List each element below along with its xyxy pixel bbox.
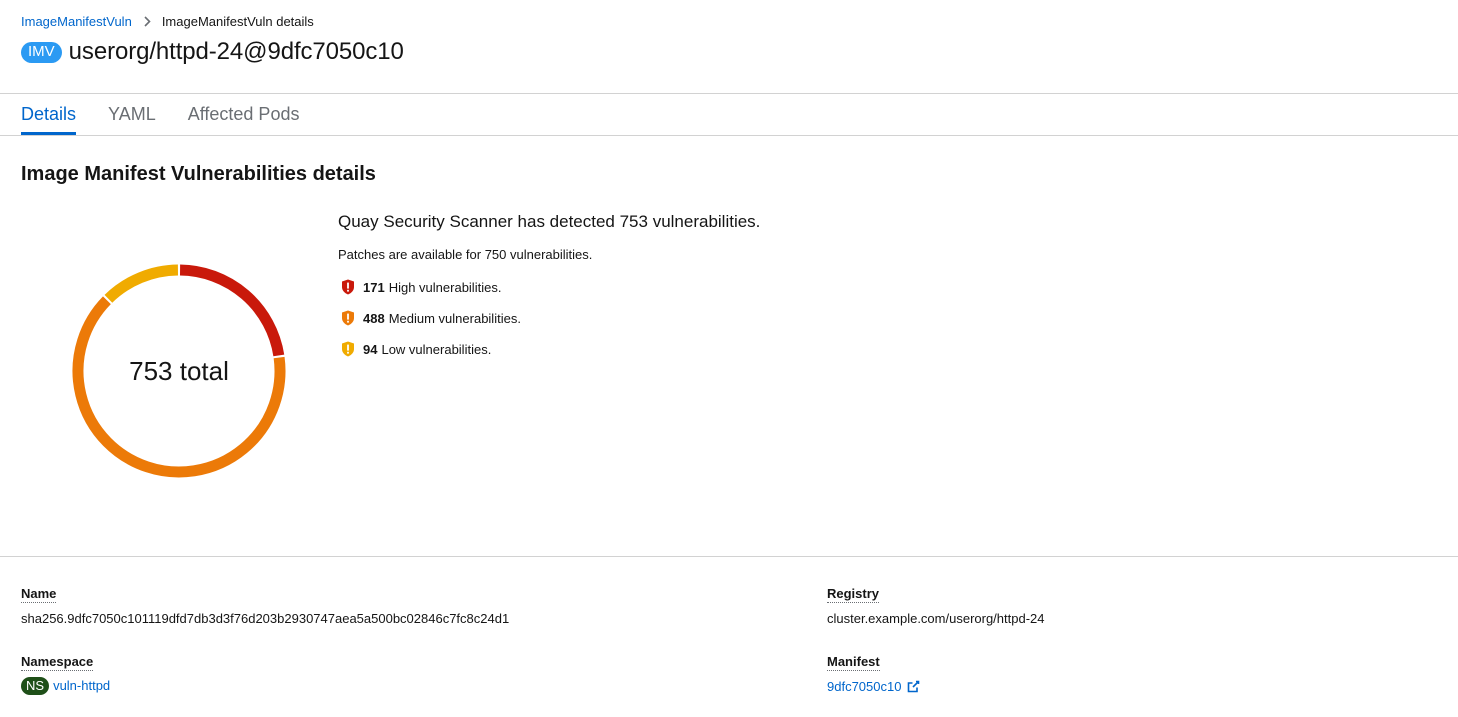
medium-count: 488 xyxy=(363,310,385,326)
high-shield-icon xyxy=(342,279,354,295)
external-link-icon[interactable] xyxy=(907,680,920,693)
medium-vulnerabilities-row: 488 Medium vulnerabilities. xyxy=(338,310,760,326)
medium-shield-icon xyxy=(342,310,354,326)
registry-value: cluster.example.com/userorg/httpd-24 xyxy=(827,611,1045,626)
vulnerability-summary: Quay Security Scanner has detected 753 v… xyxy=(338,212,760,372)
donut-segment-medium xyxy=(72,296,286,478)
name-value: sha256.9dfc7050c101119dfd7db3d3f76d203b2… xyxy=(21,611,510,626)
donut-segment-low xyxy=(104,264,179,303)
tab-bar: Details YAML Affected Pods xyxy=(21,94,331,135)
donut-segment-high xyxy=(179,264,285,357)
chevron-right-icon xyxy=(144,16,151,27)
manifest-label: Manifest xyxy=(827,654,880,671)
high-vulnerabilities-row: 171 High vulnerabilities. xyxy=(338,279,760,295)
page-header: IMV userorg/httpd-24@9dfc7050c10 xyxy=(21,38,404,66)
manifest-value-container: 9dfc7050c10 xyxy=(827,679,920,694)
namespace-badge: NS xyxy=(21,677,50,695)
vulnerability-donut-chart: 753 total xyxy=(72,264,286,478)
details-divider xyxy=(0,556,1458,557)
summary-title: Quay Security Scanner has detected 753 v… xyxy=(338,212,761,231)
section-title: Image Manifest Vulnerabilities details xyxy=(21,163,376,185)
low-count: 94 xyxy=(363,341,378,357)
high-count: 171 xyxy=(363,279,385,295)
namespace-link[interactable]: vuln-httpd xyxy=(53,678,110,693)
registry-label: Registry xyxy=(827,586,880,603)
low-vulnerabilities-row: 94 Low vulnerabilities. xyxy=(338,341,760,357)
low-label: Low vulnerabilities. xyxy=(381,341,492,357)
breadcrumb: ImageManifestVuln ImageManifestVuln deta… xyxy=(21,14,314,29)
manifest-link[interactable]: 9dfc7050c10 xyxy=(827,679,901,694)
tabs-divider xyxy=(0,135,1458,136)
low-shield-icon xyxy=(342,341,354,357)
name-label: Name xyxy=(21,586,57,603)
medium-label: Medium vulnerabilities. xyxy=(388,310,521,326)
kind-badge: IMV xyxy=(21,41,62,63)
breadcrumb-current: ImageManifestVuln details xyxy=(161,14,314,29)
tab-yaml[interactable]: YAML xyxy=(108,94,156,135)
tab-details[interactable]: Details xyxy=(21,94,77,135)
breadcrumb-link-imagemanifestvuln[interactable]: ImageManifestVuln xyxy=(21,14,132,29)
high-label: High vulnerabilities. xyxy=(388,279,502,295)
page-title: userorg/httpd-24@9dfc7050c10 xyxy=(68,38,404,65)
donut-center-label: 753 total xyxy=(129,356,229,386)
patch-availability: Patches are available for 750 vulnerabil… xyxy=(338,247,593,262)
namespace-label: Namespace xyxy=(21,654,94,671)
namespace-value-container: NS vuln-httpd xyxy=(21,677,110,695)
tab-affected-pods[interactable]: Affected Pods xyxy=(188,94,300,135)
